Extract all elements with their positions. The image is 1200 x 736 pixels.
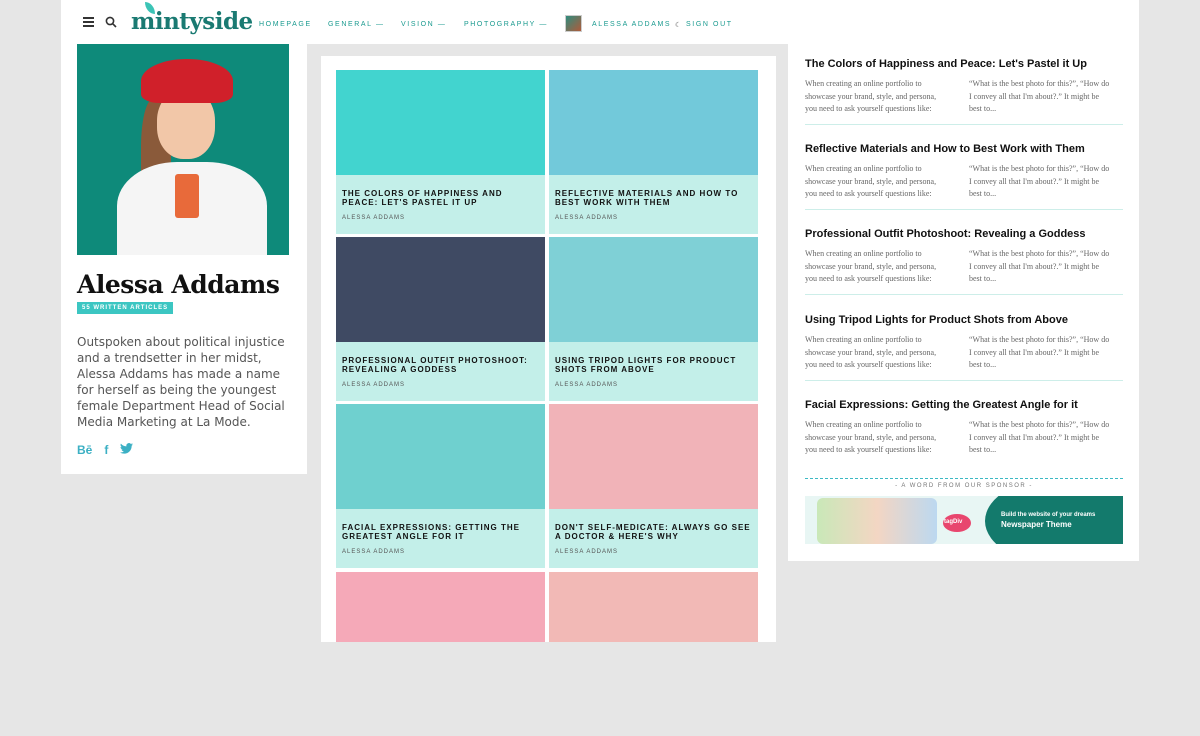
top-header: mintyside HOMEPAGE GENERAL — VISION — PH…	[61, 0, 1139, 44]
post-title[interactable]: Reflective Materials and How to Best Wor…	[805, 143, 1123, 155]
author-bio: Outspoken about political injustice and …	[77, 335, 285, 429]
article-author[interactable]: ALESSA ADDAMS	[342, 549, 405, 555]
sponsor-banner[interactable]: tagDiv Build the website of your dreams …	[805, 496, 1123, 544]
author-photo	[77, 44, 289, 255]
post-title[interactable]: The Colors of Happiness and Peace: Let's…	[805, 58, 1123, 70]
article-author[interactable]: ALESSA ADDAMS	[555, 215, 618, 221]
article-card[interactable]	[336, 572, 545, 736]
post-excerpt-right: “What is the best photo for this?”, “How…	[969, 420, 1110, 454]
twitter-icon[interactable]	[120, 443, 134, 457]
banner-image	[817, 498, 937, 544]
social-links: Bē f	[77, 443, 134, 457]
divider	[805, 208, 1123, 210]
banner-line2: Newspaper Theme	[1001, 520, 1072, 529]
article-thumbnail[interactable]	[336, 70, 545, 175]
sidebar-post[interactable]: Professional Outfit Photoshoot: Revealin…	[805, 228, 1123, 295]
article-title[interactable]: DON'T SELF-MEDICATE: ALWAYS GO SEE A DOC…	[555, 523, 753, 541]
article-card[interactable]	[549, 572, 758, 736]
site-logo[interactable]: mintyside	[131, 2, 253, 38]
article-card[interactable]: PROFESSIONAL OUTFIT PHOTOSHOOT: REVEALIN…	[336, 237, 545, 401]
divider	[805, 379, 1123, 381]
article-author[interactable]: ALESSA ADDAMS	[555, 382, 618, 388]
sidebar-post[interactable]: Reflective Materials and How to Best Wor…	[805, 143, 1123, 210]
nav-general[interactable]: GENERAL —	[328, 21, 385, 28]
post-excerpt-left: When creating an online portfolio to sho…	[805, 420, 937, 454]
article-title[interactable]: REFLECTIVE MATERIALS AND HOW TO BEST WOR…	[555, 189, 753, 207]
post-excerpt-right: “What is the best photo for this?”, “How…	[969, 79, 1110, 113]
author-card: Alessa Addams 55 WRITTEN ARTICLES Outspo…	[61, 44, 307, 474]
article-caption: DON'T SELF-MEDICATE: ALWAYS GO SEE A DOC…	[549, 509, 758, 568]
user-name-link[interactable]: ALESSA ADDAMS	[592, 21, 671, 28]
menu-icon[interactable]	[83, 17, 94, 27]
post-title[interactable]: Facial Expressions: Getting the Greatest…	[805, 399, 1123, 411]
article-author[interactable]: ALESSA ADDAMS	[342, 382, 405, 388]
article-title[interactable]: FACIAL EXPRESSIONS: GETTING THE GREATEST…	[342, 523, 540, 541]
article-card[interactable]: THE COLORS OF HAPPINESS AND PEACE: LET'S…	[336, 70, 545, 234]
article-grid: THE COLORS OF HAPPINESS AND PEACE: LET'S…	[321, 56, 776, 642]
author-name: Alessa Addams	[77, 270, 280, 299]
article-caption: REFLECTIVE MATERIALS AND HOW TO BEST WOR…	[549, 175, 758, 234]
nav-vision[interactable]: VISION —	[401, 21, 446, 28]
divider	[805, 123, 1123, 125]
sidebar-post-list: The Colors of Happiness and Peace: Let's…	[788, 44, 1139, 561]
moon-icon: ☾	[675, 22, 683, 29]
post-excerpt-left: When creating an online portfolio to sho…	[805, 335, 937, 369]
banner-line1: Build the website of your dreams	[1001, 512, 1096, 518]
article-title[interactable]: USING TRIPOD LIGHTS FOR PRODUCT SHOTS FR…	[555, 356, 753, 374]
post-title[interactable]: Professional Outfit Photoshoot: Revealin…	[805, 228, 1123, 240]
divider	[805, 293, 1123, 295]
post-excerpt-right: “What is the best photo for this?”, “How…	[969, 249, 1110, 283]
article-caption: USING TRIPOD LIGHTS FOR PRODUCT SHOTS FR…	[549, 342, 758, 401]
post-title[interactable]: Using Tripod Lights for Product Shots fr…	[805, 314, 1123, 326]
article-thumbnail[interactable]	[336, 404, 545, 509]
sign-out-link[interactable]: SIGN OUT	[686, 21, 733, 28]
article-card[interactable]: FACIAL EXPRESSIONS: GETTING THE GREATEST…	[336, 404, 545, 568]
article-title[interactable]: THE COLORS OF HAPPINESS AND PEACE: LET'S…	[342, 189, 540, 207]
sponsor-label: - A WORD FROM OUR SPONSOR -	[805, 478, 1123, 489]
article-thumbnail[interactable]	[549, 404, 758, 509]
sidebar-post[interactable]: The Colors of Happiness and Peace: Let's…	[805, 58, 1123, 125]
sidebar-post[interactable]: Facial Expressions: Getting the Greatest…	[805, 399, 1123, 457]
post-excerpt-left: When creating an online portfolio to sho…	[805, 249, 937, 283]
sidebar-post[interactable]: Using Tripod Lights for Product Shots fr…	[805, 314, 1123, 381]
behance-icon[interactable]: Bē	[77, 443, 92, 457]
post-excerpt-right: “What is the best photo for this?”, “How…	[969, 335, 1110, 369]
post-excerpt-right: “What is the best photo for this?”, “How…	[969, 164, 1110, 198]
article-thumbnail[interactable]	[336, 237, 545, 342]
article-card[interactable]: USING TRIPOD LIGHTS FOR PRODUCT SHOTS FR…	[549, 237, 758, 401]
facebook-icon[interactable]: f	[104, 443, 108, 457]
nav-homepage[interactable]: HOMEPAGE	[259, 21, 312, 28]
article-thumbnail[interactable]	[549, 237, 758, 342]
article-thumbnail[interactable]	[336, 572, 545, 642]
article-caption: THE COLORS OF HAPPINESS AND PEACE: LET'S…	[336, 175, 545, 234]
article-caption: FACIAL EXPRESSIONS: GETTING THE GREATEST…	[336, 509, 545, 568]
article-author[interactable]: ALESSA ADDAMS	[555, 549, 618, 555]
article-author[interactable]: ALESSA ADDAMS	[342, 215, 405, 221]
article-thumbnail[interactable]	[549, 70, 758, 175]
article-card[interactable]: DON'T SELF-MEDICATE: ALWAYS GO SEE A DOC…	[549, 404, 758, 568]
nav-photography[interactable]: PHOTOGRAPHY —	[464, 21, 548, 28]
search-icon[interactable]	[105, 15, 117, 33]
article-title[interactable]: PROFESSIONAL OUTFIT PHOTOSHOOT: REVEALIN…	[342, 356, 540, 374]
post-excerpt-left: When creating an online portfolio to sho…	[805, 164, 937, 198]
article-card[interactable]: REFLECTIVE MATERIALS AND HOW TO BEST WOR…	[549, 70, 758, 234]
user-avatar[interactable]	[565, 15, 582, 32]
articles-count-badge: 55 WRITTEN ARTICLES	[77, 302, 174, 314]
banner-tag: tagDiv	[944, 519, 963, 525]
article-caption: PROFESSIONAL OUTFIT PHOTOSHOOT: REVEALIN…	[336, 342, 545, 401]
post-excerpt-left: When creating an online portfolio to sho…	[805, 79, 937, 113]
article-thumbnail[interactable]	[549, 572, 758, 642]
